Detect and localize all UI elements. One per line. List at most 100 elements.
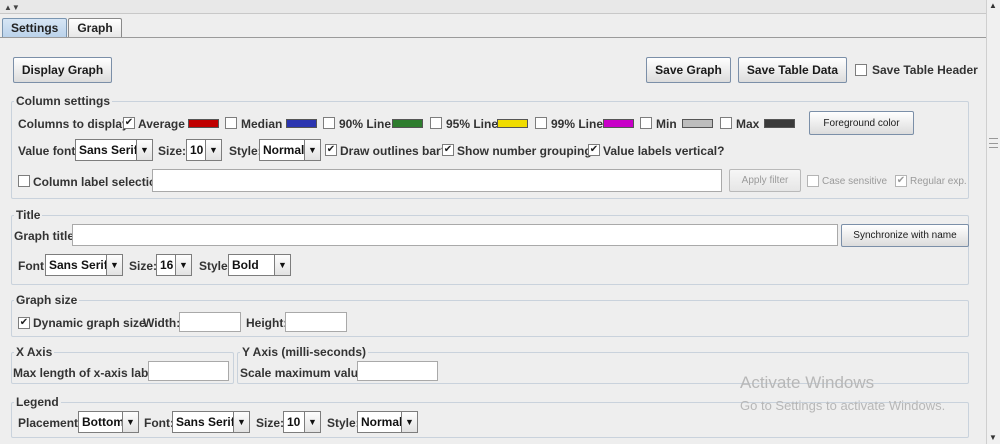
display-graph-button[interactable]: Display Graph [13,57,112,83]
width-label: Width: [143,316,181,330]
width-input[interactable] [179,312,241,332]
labels-vertical-checkbox[interactable]: ✔ [588,144,600,156]
chevron-down-icon[interactable]: ▼ [106,255,122,275]
legend-size-select[interactable]: 10 ▼ [283,411,321,433]
vertical-scrollbar[interactable]: ▲ ▼ [986,0,1000,444]
legend-font-value: Sans Serif [176,415,233,429]
legend-font-select[interactable]: Sans Serif ▼ [172,411,250,433]
chevron-down-icon[interactable]: ▼ [175,255,191,275]
chevron-down-icon[interactable]: ▼ [304,412,320,432]
labels-vertical-label: Value labels vertical? [603,144,725,158]
scroll-grip-icon [989,138,998,148]
tab-bar: Settings Graph [2,18,123,38]
value-style-value: Normal [263,143,304,157]
case-sensitive-label: Case sensitive [822,176,888,187]
value-font-label: Value font: [18,144,80,158]
legend-style-label: Style: [327,416,360,430]
min-color-swatch[interactable] [682,119,713,128]
average-checkbox[interactable]: ✔ [123,117,135,129]
graph-size-title: Graph size [14,293,80,307]
check-icon: ✔ [443,144,453,155]
median-checkbox[interactable] [225,117,237,129]
save-table-header-checkbox[interactable] [855,64,867,76]
chevron-down-icon[interactable]: ▼ [205,140,221,160]
min-checkbox[interactable] [640,117,652,129]
max-checkbox[interactable] [720,117,732,129]
y-axis-title: Y Axis (milli-seconds) [240,345,369,359]
column-label-selection-checkbox[interactable] [18,175,30,187]
collapse-arrows-icon[interactable]: ▲▼ [4,3,20,12]
max-length-x-axis-label: Max length of x-axis label: [13,366,163,380]
regular-exp-checkbox[interactable]: ✔ [895,175,907,187]
check-icon: ✔ [19,317,29,328]
height-label: Height: [246,316,288,330]
average-label: Average [138,117,185,131]
tab-settings[interactable]: Settings [2,18,68,38]
value-style-select[interactable]: Normal ▼ [259,139,321,161]
title-style-label: Style: [199,259,232,273]
min-label: Min [656,117,677,131]
max-label: Max [736,117,760,131]
synchronize-with-name-button[interactable]: Synchronize with name [841,224,969,247]
title-font-label: Font: [18,259,48,273]
line-90-color-swatch[interactable] [392,119,423,128]
value-font-select[interactable]: Sans Serif ▼ [75,139,153,161]
split-pane-divider[interactable]: ▲▼ [0,0,986,14]
number-grouping-checkbox[interactable]: ✔ [442,144,454,156]
title-font-select[interactable]: Sans Serif ▼ [45,254,123,276]
legend-style-value: Normal [361,415,401,429]
line-99-color-swatch[interactable] [603,119,634,128]
legend-style-select[interactable]: Normal ▼ [357,411,418,433]
column-label-filter-input[interactable] [152,169,722,192]
regular-exp-label: Regular exp. [910,176,967,187]
title-size-value: 16 [160,258,174,272]
tab-graph[interactable]: Graph [68,18,122,38]
height-input[interactable] [285,312,347,332]
scale-max-input[interactable] [357,361,438,381]
placement-select[interactable]: Bottom ▼ [78,411,139,433]
chevron-down-icon[interactable]: ▼ [304,140,320,160]
line-90-label: 90% Line [339,117,392,131]
chevron-down-icon[interactable]: ▼ [401,412,417,432]
title-size-select[interactable]: 16 ▼ [156,254,192,276]
graph-title-input[interactable] [72,224,838,246]
number-grouping-label: Show number grouping? [457,144,599,158]
max-color-swatch[interactable] [764,119,795,128]
chevron-down-icon[interactable]: ▼ [233,412,249,432]
draw-outlines-checkbox[interactable]: ✔ [325,144,337,156]
dynamic-graph-size-checkbox[interactable]: ✔ [18,317,30,329]
check-icon: ✔ [326,144,336,155]
foreground-color-button[interactable]: Foreground color [809,111,914,135]
placement-value: Bottom [82,415,122,429]
x-axis-title: X Axis [14,345,55,359]
column-label-selection-label: Column label selection: [33,175,168,189]
title-size-label: Size: [129,259,158,273]
legend-size-label: Size: [256,416,285,430]
title-style-select[interactable]: Bold ▼ [228,254,291,276]
save-table-data-button[interactable]: Save Table Data [738,57,847,83]
graph-title-label: Graph title: [14,229,79,243]
legend-title: Legend [14,395,61,409]
save-graph-button[interactable]: Save Graph [646,57,731,83]
chevron-down-icon[interactable]: ▼ [274,255,290,275]
scroll-up-icon[interactable]: ▲ [989,1,997,10]
dynamic-graph-size-label: Dynamic graph size [33,316,146,330]
value-font-value: Sans Serif [79,143,136,157]
chevron-down-icon[interactable]: ▼ [136,140,152,160]
value-style-label: Style: [229,144,262,158]
scroll-down-icon[interactable]: ▼ [989,433,997,442]
median-color-swatch[interactable] [286,119,317,128]
average-color-swatch[interactable] [188,119,219,128]
columns-to-display-label: Columns to display: [18,117,133,131]
value-size-select[interactable]: 10 ▼ [186,139,222,161]
apply-filter-button[interactable]: Apply filter [729,169,801,192]
title-font-value: Sans Serif [49,258,106,272]
case-sensitive-checkbox[interactable] [807,175,819,187]
line-95-checkbox[interactable] [430,117,442,129]
line-95-label: 95% Line [446,117,499,131]
line-90-checkbox[interactable] [323,117,335,129]
line-99-checkbox[interactable] [535,117,547,129]
chevron-down-icon[interactable]: ▼ [122,412,138,432]
max-length-x-axis-input[interactable] [148,361,229,381]
line-95-color-swatch[interactable] [497,119,528,128]
